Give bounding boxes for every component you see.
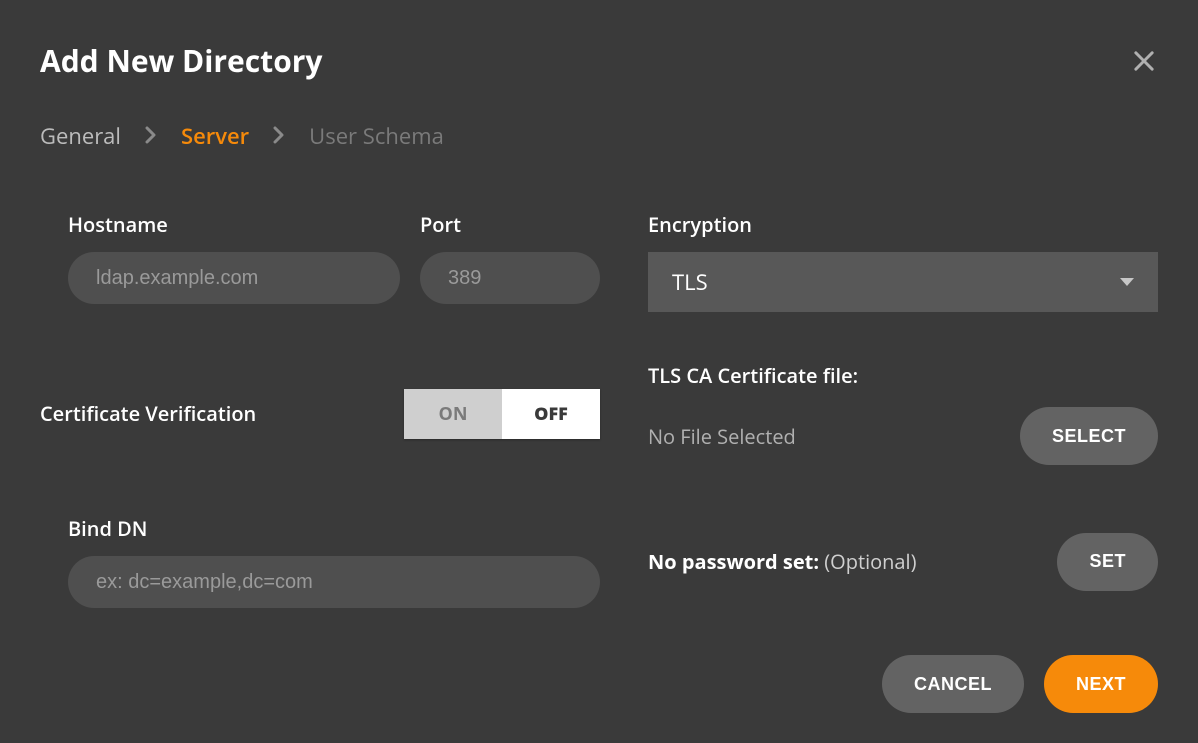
chevron-right-icon: [273, 121, 285, 151]
modal-header: Add New Directory: [40, 40, 1158, 81]
form-area: Hostname Port Encryption TLS Certificate…: [40, 211, 1158, 608]
breadcrumb-server[interactable]: Server: [181, 121, 249, 151]
host-port-row: Hostname Port: [40, 211, 600, 312]
bind-dn-input[interactable]: [68, 556, 600, 608]
close-button[interactable]: [1130, 47, 1158, 75]
cert-verify-row: Certificate Verification ON OFF: [40, 362, 600, 465]
port-label: Port: [420, 211, 600, 238]
port-input[interactable]: [420, 252, 600, 304]
footer-buttons: CANCEL NEXT: [882, 655, 1158, 713]
add-directory-modal: Add New Directory General Server User Sc…: [0, 0, 1198, 743]
encryption-select[interactable]: TLS: [648, 252, 1158, 312]
page-title: Add New Directory: [40, 40, 322, 81]
next-button[interactable]: NEXT: [1044, 655, 1158, 713]
cert-verify-label: Certificate Verification: [40, 400, 256, 427]
password-row: No password set: (Optional) SET: [648, 533, 1158, 591]
tls-ca-status: No File Selected: [648, 423, 796, 450]
breadcrumb-general[interactable]: General: [40, 121, 121, 151]
toggle-off[interactable]: OFF: [502, 389, 600, 439]
tls-ca-label: TLS CA Certificate file:: [648, 362, 1158, 389]
encryption-value: TLS: [672, 267, 708, 297]
chevron-right-icon: [145, 121, 157, 151]
cancel-button[interactable]: CANCEL: [882, 655, 1024, 713]
encryption-field-group: Encryption TLS: [648, 211, 1158, 312]
breadcrumb-user-schema: User Schema: [309, 121, 444, 151]
set-password-button[interactable]: SET: [1057, 533, 1158, 591]
password-status-bold: No password set:: [648, 548, 819, 575]
cert-verify-toggle[interactable]: ON OFF: [404, 389, 600, 439]
toggle-on[interactable]: ON: [404, 389, 502, 439]
close-icon: [1130, 47, 1158, 75]
hostname-label: Hostname: [68, 211, 400, 238]
bind-dn-label: Bind DN: [68, 515, 600, 542]
hostname-input[interactable]: [68, 252, 400, 304]
port-field-group: Port: [420, 211, 600, 304]
bind-dn-field-group: Bind DN: [40, 515, 600, 608]
caret-down-icon: [1120, 278, 1134, 286]
tls-ca-file-row: No File Selected SELECT: [648, 407, 1158, 465]
tls-ca-block: TLS CA Certificate file: No File Selecte…: [648, 362, 1158, 465]
select-file-button[interactable]: SELECT: [1020, 407, 1158, 465]
hostname-field-group: Hostname: [40, 211, 400, 304]
password-status-optional: (Optional): [824, 548, 916, 575]
encryption-label: Encryption: [648, 211, 1158, 238]
password-status: No password set: (Optional): [648, 548, 916, 575]
breadcrumb: General Server User Schema: [40, 121, 1158, 151]
